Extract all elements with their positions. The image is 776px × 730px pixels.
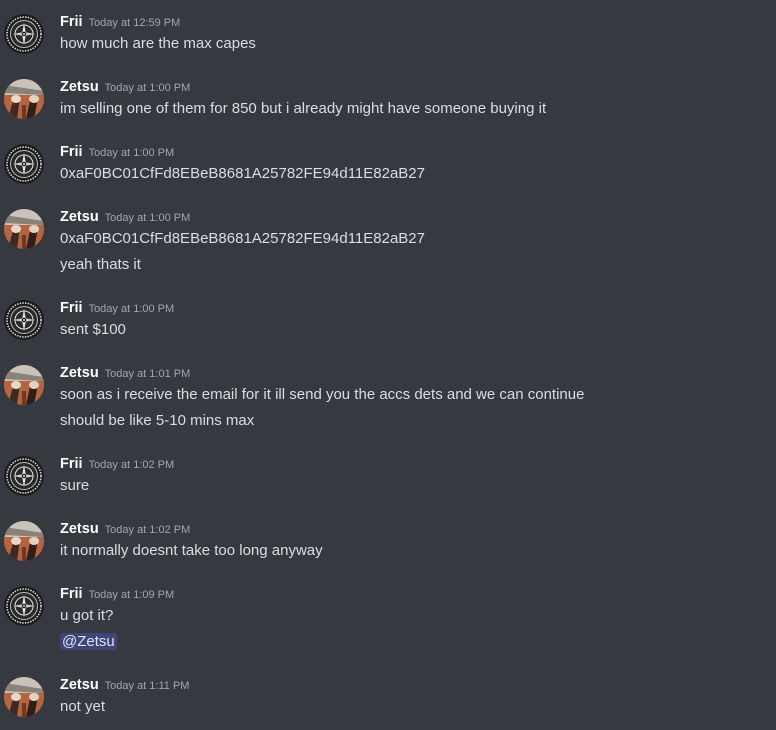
timestamp: Today at 12:59 PM xyxy=(88,17,181,29)
timestamp: Today at 1:02 PM xyxy=(88,459,175,471)
username[interactable]: Zetsu xyxy=(60,521,99,537)
rooftop-photo-avatar-icon xyxy=(4,79,44,119)
message-text: it normally doesnt take too long anyway xyxy=(60,542,323,559)
avatar[interactable] xyxy=(4,521,44,561)
message-header: Frii Today at 1:00 PM xyxy=(60,299,174,317)
avatar[interactable] xyxy=(4,209,44,249)
compass-medallion-avatar-icon xyxy=(4,456,44,496)
avatar[interactable] xyxy=(4,586,44,626)
message-header: Frii Today at 1:02 PM xyxy=(60,455,174,473)
compass-medallion-avatar-icon xyxy=(4,14,44,54)
message-text: should be like 5-10 mins max xyxy=(60,412,255,429)
message-text: u got it? xyxy=(60,607,114,624)
timestamp: Today at 1:00 PM xyxy=(104,212,191,224)
message-header: Zetsu Today at 1:00 PM xyxy=(60,208,190,226)
username[interactable]: Frii xyxy=(60,14,83,30)
timestamp: Today at 1:00 PM xyxy=(104,82,191,94)
avatar[interactable] xyxy=(4,300,44,340)
message-text: how much are the max capes xyxy=(60,35,256,52)
rooftop-photo-avatar-icon xyxy=(4,209,44,249)
message-text: sent $100 xyxy=(60,321,126,338)
message-header: Zetsu Today at 1:02 PM xyxy=(60,520,190,538)
chat-messages: Frii Today at 12:59 PM how much are the m… xyxy=(0,0,776,730)
message-header: Zetsu Today at 1:01 PM xyxy=(60,364,190,382)
message-header: Frii Today at 1:09 PM xyxy=(60,585,174,603)
username[interactable]: Zetsu xyxy=(60,365,99,381)
username[interactable]: Zetsu xyxy=(60,209,99,225)
compass-medallion-avatar-icon xyxy=(4,586,44,626)
avatar[interactable] xyxy=(4,14,44,54)
message-text: 0xaF0BC01CfFd8EBeB8681A25782FE94d11E82aB… xyxy=(60,230,425,247)
avatar[interactable] xyxy=(4,79,44,119)
mention-line: @Zetsu xyxy=(60,632,117,652)
timestamp: Today at 1:11 PM xyxy=(104,680,190,692)
message-text: im selling one of them for 850 but i alr… xyxy=(60,100,547,117)
compass-medallion-avatar-icon xyxy=(4,144,44,184)
timestamp: Today at 1:01 PM xyxy=(104,368,191,380)
timestamp: Today at 1:09 PM xyxy=(88,589,175,601)
username[interactable]: Frii xyxy=(60,300,83,316)
timestamp: Today at 1:00 PM xyxy=(88,303,175,315)
compass-medallion-avatar-icon xyxy=(4,300,44,340)
rooftop-photo-avatar-icon xyxy=(4,521,44,561)
message-header: Frii Today at 12:59 PM xyxy=(60,13,180,31)
message-text: sure xyxy=(60,477,90,494)
message-header: Zetsu Today at 1:00 PM xyxy=(60,78,190,96)
message-header: Frii Today at 1:00 PM xyxy=(60,143,174,161)
username[interactable]: Zetsu xyxy=(60,79,99,95)
message-header: Zetsu Today at 1:11 PM xyxy=(60,676,189,694)
username[interactable]: Frii xyxy=(60,456,83,472)
username[interactable]: Zetsu xyxy=(60,677,99,693)
timestamp: Today at 1:02 PM xyxy=(104,524,191,536)
avatar[interactable] xyxy=(4,144,44,184)
username[interactable]: Frii xyxy=(60,144,83,160)
avatar[interactable] xyxy=(4,456,44,496)
username[interactable]: Frii xyxy=(60,586,83,602)
message-text: 0xaF0BC01CfFd8EBeB8681A25782FE94d11E82aB… xyxy=(60,165,425,182)
rooftop-photo-avatar-icon xyxy=(4,677,44,717)
user-mention[interactable]: @Zetsu xyxy=(60,633,117,650)
message-text: not yet xyxy=(60,698,106,715)
message-text: yeah thats it xyxy=(60,256,141,273)
timestamp: Today at 1:00 PM xyxy=(88,147,175,159)
avatar[interactable] xyxy=(4,365,44,405)
rooftop-photo-avatar-icon xyxy=(4,365,44,405)
message-text: soon as i receive the email for it ill s… xyxy=(60,386,585,403)
avatar[interactable] xyxy=(4,677,44,717)
